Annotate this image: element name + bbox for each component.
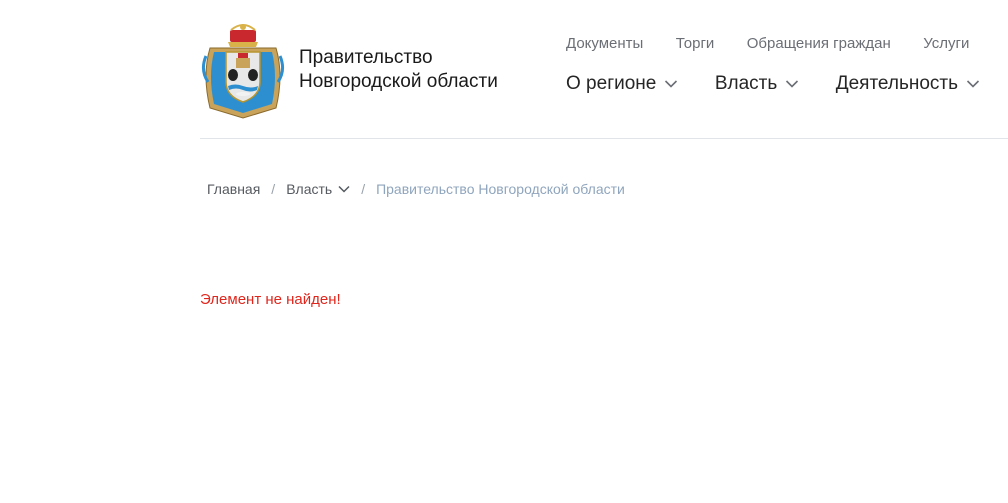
site-header: Правительство Новгородской области Докум…	[200, 0, 1008, 139]
breadcrumb: Главная / Власть / Правительство Новгоро…	[207, 180, 625, 198]
nav-dropdown-label: О регионе	[566, 73, 657, 94]
nav-link-tenders[interactable]: Торги	[676, 34, 715, 54]
primary-nav: О регионе Власть Деятельность	[566, 72, 1008, 96]
home-logo-link[interactable]: Правительство Новгородской области	[200, 20, 530, 120]
site-title-line-2: Новгородской области	[299, 71, 498, 92]
nav-dropdown-label: Деятельность	[835, 73, 959, 94]
novgorod-coat-of-arms-icon	[201, 24, 285, 119]
site-title: Правительство Новгородской области	[299, 46, 539, 94]
breadcrumb-section-dropdown[interactable]: Власть	[286, 180, 350, 198]
secondary-nav: Документы Торги Обращения граждан Услуги	[566, 34, 997, 54]
breadcrumb-section-label: Власть	[286, 181, 333, 197]
nav-dropdown-activity[interactable]: Деятельность	[836, 72, 980, 96]
nav-dropdown-label: Власть	[714, 73, 778, 94]
nav-dropdown-about-region[interactable]: О регионе	[566, 72, 678, 96]
breadcrumb-home[interactable]: Главная	[207, 180, 260, 198]
nav-dropdown-authority[interactable]: Власть	[715, 72, 799, 96]
error-message: Элемент не найден!	[200, 291, 341, 308]
chevron-down-icon	[966, 80, 980, 88]
nav-link-services[interactable]: Услуги	[923, 34, 969, 54]
breadcrumb-separator: /	[271, 181, 276, 197]
nav-link-documents[interactable]: Документы	[566, 34, 643, 54]
breadcrumb-separator: /	[361, 181, 366, 197]
page: Правительство Новгородской области Докум…	[0, 0, 1008, 503]
site-title-line-1: Правительство	[299, 47, 433, 68]
chevron-down-icon	[338, 185, 350, 193]
chevron-down-icon	[786, 80, 799, 88]
chevron-down-icon	[665, 80, 678, 88]
nav-link-citizen-appeals[interactable]: Обращения граждан	[747, 34, 891, 54]
breadcrumb-current: Правительство Новгородской области	[376, 181, 625, 197]
